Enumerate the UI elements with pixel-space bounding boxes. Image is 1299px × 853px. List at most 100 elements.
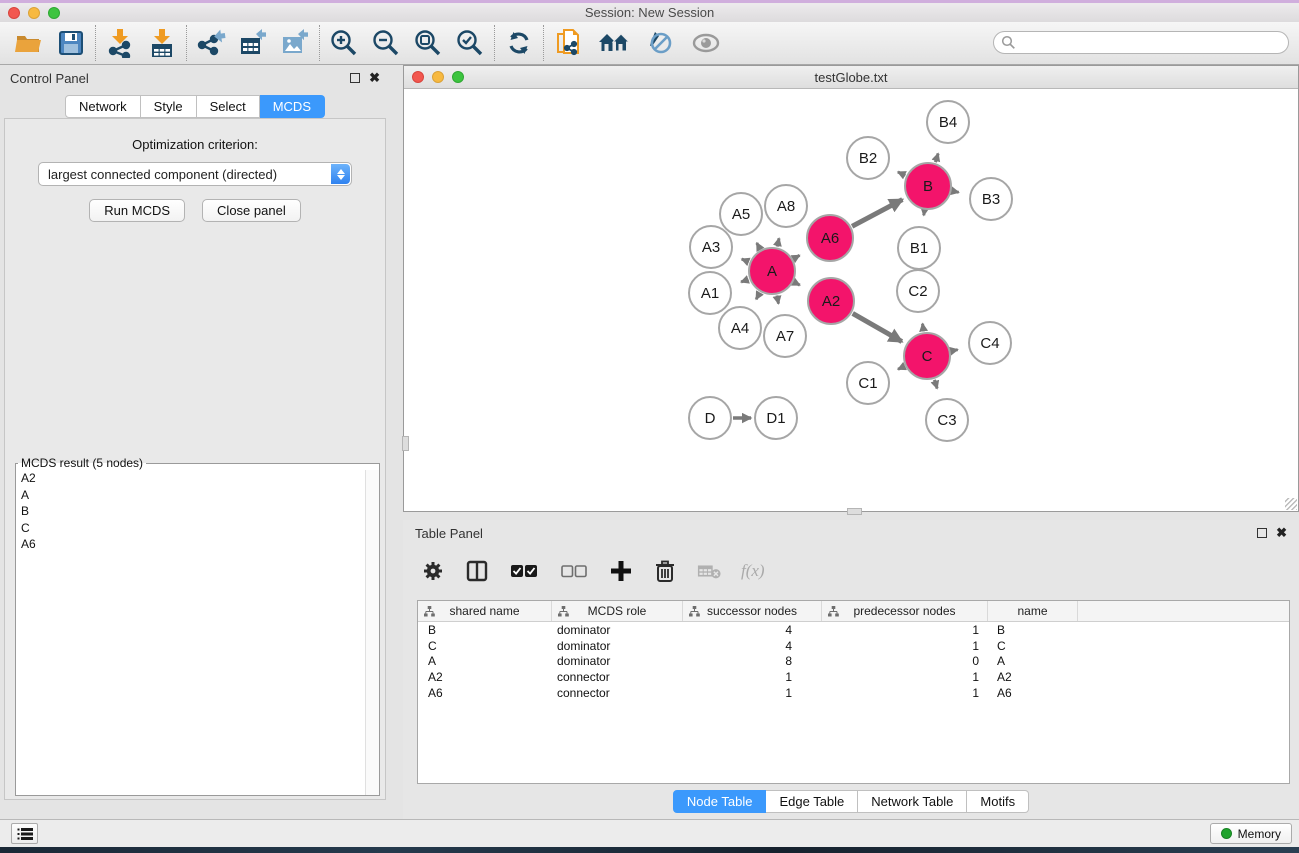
table-cell[interactable]: dominator — [552, 654, 683, 668]
close-panel-icon[interactable]: ✖ — [369, 73, 380, 83]
table-row[interactable]: Bdominator41B — [418, 622, 1289, 638]
window-resize-grip[interactable] — [1285, 498, 1297, 510]
table-cell[interactable]: dominator — [552, 623, 683, 637]
column-selector-icon[interactable] — [465, 559, 489, 583]
graph-node-C1[interactable]: C1 — [847, 362, 889, 404]
table-cell[interactable]: C — [988, 639, 1078, 653]
column-header-shared-name[interactable]: shared name — [418, 601, 552, 621]
graph-node-B2[interactable]: B2 — [847, 137, 889, 179]
tab-select[interactable]: Select — [197, 95, 260, 118]
mcds-result-item[interactable]: A — [16, 487, 365, 504]
optimization-criterion-select[interactable]: largest connected component (directed) — [38, 162, 352, 186]
mcds-result-item[interactable]: B — [16, 503, 365, 520]
table-cell[interactable]: A — [418, 654, 552, 668]
zoom-fit-icon[interactable] — [411, 26, 445, 60]
graph-node-B[interactable]: B — [905, 163, 951, 209]
tab-edge-table[interactable]: Edge Table — [766, 790, 858, 813]
table-cell[interactable]: 1 — [822, 639, 988, 653]
zoom-in-icon[interactable] — [327, 26, 361, 60]
deselect-all-checkboxes-icon[interactable] — [559, 559, 589, 583]
mcds-result-item[interactable]: C — [16, 520, 365, 537]
edge-C-C3[interactable] — [934, 380, 937, 389]
tab-node-table[interactable]: Node Table — [673, 790, 767, 813]
edge-A-A1[interactable] — [741, 279, 748, 282]
graph-node-C3[interactable]: C3 — [926, 399, 968, 441]
graph-node-A3[interactable]: A3 — [690, 226, 732, 268]
table-cell[interactable]: B — [418, 623, 552, 637]
graph-node-C[interactable]: C — [904, 333, 950, 379]
zoom-out-icon[interactable] — [369, 26, 403, 60]
table-cell[interactable]: 4 — [683, 623, 822, 637]
edge-A-A6[interactable] — [794, 255, 800, 258]
graph-node-A8[interactable]: A8 — [765, 185, 807, 227]
delete-column-trash-icon[interactable] — [653, 559, 677, 583]
table-cell[interactable]: 8 — [683, 654, 822, 668]
refresh-icon[interactable] — [502, 26, 536, 60]
tab-style[interactable]: Style — [141, 95, 197, 118]
function-builder-icon[interactable]: f(x) — [741, 561, 765, 581]
import-table-icon[interactable] — [145, 26, 179, 60]
graph-node-C4[interactable]: C4 — [969, 322, 1011, 364]
table-cell[interactable]: connector — [552, 686, 683, 700]
search-input[interactable] — [993, 31, 1289, 54]
save-session-icon[interactable] — [54, 26, 88, 60]
table-cell[interactable]: 4 — [683, 639, 822, 653]
graph-node-D1[interactable]: D1 — [755, 397, 797, 439]
column-header-mcds-role[interactable]: MCDS role — [552, 601, 683, 621]
network-window-titlebar[interactable]: testGlobe.txt — [404, 66, 1298, 89]
mcds-result-item[interactable]: A2 — [16, 470, 365, 487]
float-table-panel-icon[interactable] — [1257, 528, 1267, 538]
table-cell[interactable]: A6 — [988, 686, 1078, 700]
graph-node-B3[interactable]: B3 — [970, 178, 1012, 220]
graph-node-A5[interactable]: A5 — [720, 193, 762, 235]
table-row[interactable]: Adominator80A — [418, 654, 1289, 670]
edge-C-C4[interactable] — [951, 350, 957, 351]
table-cell[interactable]: A2 — [418, 670, 552, 684]
graph-node-A2[interactable]: A2 — [808, 278, 854, 324]
table-row[interactable]: A6connector11A6 — [418, 685, 1289, 701]
table-row[interactable]: A2connector11A2 — [418, 669, 1289, 685]
network-canvas[interactable]: AA1A2A3A4A5A6A7A8BB1B2B3B4CC1C2C3C4DD1 — [404, 89, 1298, 511]
split-pane-handle-horizontal[interactable] — [847, 508, 862, 515]
table-cell[interactable]: 1 — [822, 686, 988, 700]
memory-button[interactable]: Memory — [1210, 823, 1292, 844]
graph-node-A6[interactable]: A6 — [807, 215, 853, 261]
export-table-icon[interactable] — [236, 26, 270, 60]
graph-node-A7[interactable]: A7 — [764, 315, 806, 357]
export-network-icon[interactable] — [194, 26, 228, 60]
edge-A-A8[interactable] — [777, 238, 779, 246]
tab-network-table[interactable]: Network Table — [858, 790, 967, 813]
add-column-icon[interactable] — [609, 559, 633, 583]
tab-network[interactable]: Network — [65, 95, 141, 118]
table-cell[interactable]: connector — [552, 670, 683, 684]
table-cell[interactable]: 1 — [822, 623, 988, 637]
column-header-successor-nodes[interactable]: successor nodes — [683, 601, 822, 621]
table-cell[interactable]: C — [418, 639, 552, 653]
edge-A-A7[interactable] — [777, 296, 779, 304]
network-from-selection-icon[interactable] — [551, 26, 585, 60]
table-cell[interactable]: 1 — [683, 670, 822, 684]
graph-node-A4[interactable]: A4 — [719, 307, 761, 349]
task-history-button[interactable] — [11, 823, 38, 844]
graph-node-D[interactable]: D — [689, 397, 731, 439]
tab-motifs[interactable]: Motifs — [967, 790, 1029, 813]
import-network-icon[interactable] — [103, 26, 137, 60]
close-panel-button[interactable]: Close panel — [202, 199, 301, 222]
split-pane-handle-vertical[interactable] — [402, 436, 409, 451]
edge-B-B1[interactable] — [924, 211, 925, 216]
edge-A-A4[interactable] — [756, 293, 760, 299]
graph-node-A1[interactable]: A1 — [689, 272, 731, 314]
mcds-result-list[interactable]: A2ABCA6 — [16, 470, 365, 795]
mcds-list-scrollbar[interactable] — [365, 470, 379, 795]
open-session-icon[interactable] — [12, 26, 46, 60]
delete-table-icon[interactable] — [697, 559, 721, 583]
table-settings-gear-icon[interactable] — [421, 559, 445, 583]
zoom-selected-icon[interactable] — [453, 26, 487, 60]
table-cell[interactable]: B — [988, 623, 1078, 637]
select-all-checkboxes-icon[interactable] — [509, 559, 539, 583]
float-panel-icon[interactable] — [350, 73, 360, 83]
mcds-result-item[interactable]: A6 — [16, 536, 365, 553]
edge-B-B2[interactable] — [898, 172, 905, 175]
table-cell[interactable]: A — [988, 654, 1078, 668]
edge-A6-B[interactable] — [852, 200, 902, 227]
